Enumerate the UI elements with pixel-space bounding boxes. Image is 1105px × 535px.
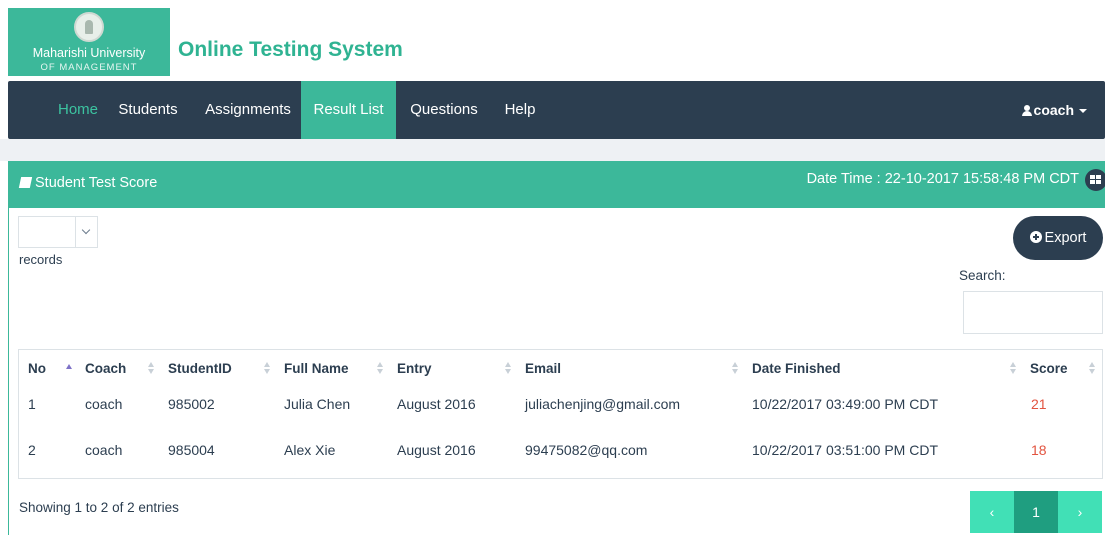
cell-full-name: Julia Chen xyxy=(284,396,351,412)
export-label: Export xyxy=(1044,230,1087,246)
cell-email: juliachenjing@gmail.com xyxy=(525,396,681,412)
book-icon xyxy=(18,177,33,188)
pagination-page-button[interactable]: 1 xyxy=(1014,491,1058,533)
plus-circle-icon xyxy=(1029,231,1042,243)
pagination-next-button[interactable]: › xyxy=(1058,491,1102,533)
column-header-studentid[interactable]: StudentID xyxy=(168,361,232,376)
table-info: Showing 1 to 2 of 2 entries xyxy=(19,500,179,515)
search-label: Search: xyxy=(959,268,1006,283)
cell-score: 18 xyxy=(1031,442,1047,458)
sort-icon[interactable] xyxy=(732,362,739,374)
logo-university-name: Maharishi University xyxy=(32,46,146,60)
cell-coach: coach xyxy=(85,442,123,458)
nav-students[interactable]: Students xyxy=(108,81,188,139)
column-header-email[interactable]: Email xyxy=(525,361,561,376)
sort-icon[interactable] xyxy=(377,362,384,374)
main-navbar: Home Students Assignments Result List Qu… xyxy=(8,81,1105,139)
column-header-no[interactable]: No xyxy=(28,361,46,376)
cell-no: 2 xyxy=(28,442,36,458)
user-menu[interactable]: coach xyxy=(1021,81,1087,139)
sort-icon[interactable] xyxy=(1010,362,1017,374)
cell-entry: August 2016 xyxy=(397,396,476,412)
nav-assignments[interactable]: Assignments xyxy=(196,81,300,139)
column-header-entry[interactable]: Entry xyxy=(397,361,432,376)
panel-title-text: Student Test Score xyxy=(35,175,158,191)
nav-help[interactable]: Help xyxy=(492,81,548,139)
pagination-prev-button[interactable]: ‹ xyxy=(970,491,1014,533)
column-header-full-name[interactable]: Full Name xyxy=(284,361,349,376)
cell-coach: coach xyxy=(85,396,123,412)
column-header-coach[interactable]: Coach xyxy=(85,361,126,376)
grid-view-icon[interactable] xyxy=(1085,169,1105,191)
cell-date-finished: 10/22/2017 03:51:00 PM CDT xyxy=(752,442,939,458)
panel-title: Student Test Score xyxy=(18,175,158,191)
user-name: coach xyxy=(1033,102,1074,118)
cell-full-name: Alex Xie xyxy=(284,442,336,458)
sort-icon[interactable] xyxy=(264,362,271,374)
university-logo[interactable]: Maharishi University OF MANAGEMENT xyxy=(8,8,170,76)
sort-icon[interactable] xyxy=(148,362,155,374)
nav-home[interactable]: Home xyxy=(38,81,118,139)
tree-emblem-icon xyxy=(74,12,104,42)
records-per-page-select[interactable] xyxy=(18,216,98,248)
search-input[interactable] xyxy=(963,291,1103,334)
cell-entry: August 2016 xyxy=(397,442,476,458)
cell-studentid: 985004 xyxy=(168,442,215,458)
cell-email: 99475082@qq.com xyxy=(525,442,648,458)
user-icon xyxy=(1021,105,1032,116)
chevron-down-icon xyxy=(75,217,97,247)
cell-score: 21 xyxy=(1031,396,1047,412)
export-button[interactable]: Export xyxy=(1013,216,1103,260)
header: Maharishi University OF MANAGEMENT Onlin… xyxy=(0,0,1105,80)
caret-down-icon xyxy=(1079,109,1087,114)
cell-studentid: 985002 xyxy=(168,396,215,412)
spacer-band xyxy=(0,139,1105,161)
cell-date-finished: 10/22/2017 03:49:00 PM CDT xyxy=(752,396,939,412)
nav-questions[interactable]: Questions xyxy=(403,81,485,139)
results-table: No Coach StudentID Full Name Entry Email… xyxy=(18,349,1103,479)
panel-heading: Student Test Score Date Time : 22-10-201… xyxy=(8,161,1105,208)
app-title: Online Testing System xyxy=(178,38,403,61)
logo-subtitle: OF MANAGEMENT xyxy=(40,62,138,73)
sort-icon[interactable] xyxy=(1089,362,1096,374)
sort-icon[interactable] xyxy=(505,362,512,374)
nav-result-list[interactable]: Result List xyxy=(301,81,396,139)
column-header-score[interactable]: Score xyxy=(1030,361,1068,376)
current-datetime: Date Time : 22-10-2017 15:58:48 PM CDT xyxy=(806,171,1079,187)
cell-no: 1 xyxy=(28,396,36,412)
column-header-date-finished[interactable]: Date Finished xyxy=(752,361,841,376)
records-label: records xyxy=(19,252,63,267)
sort-asc-icon[interactable] xyxy=(66,362,73,374)
